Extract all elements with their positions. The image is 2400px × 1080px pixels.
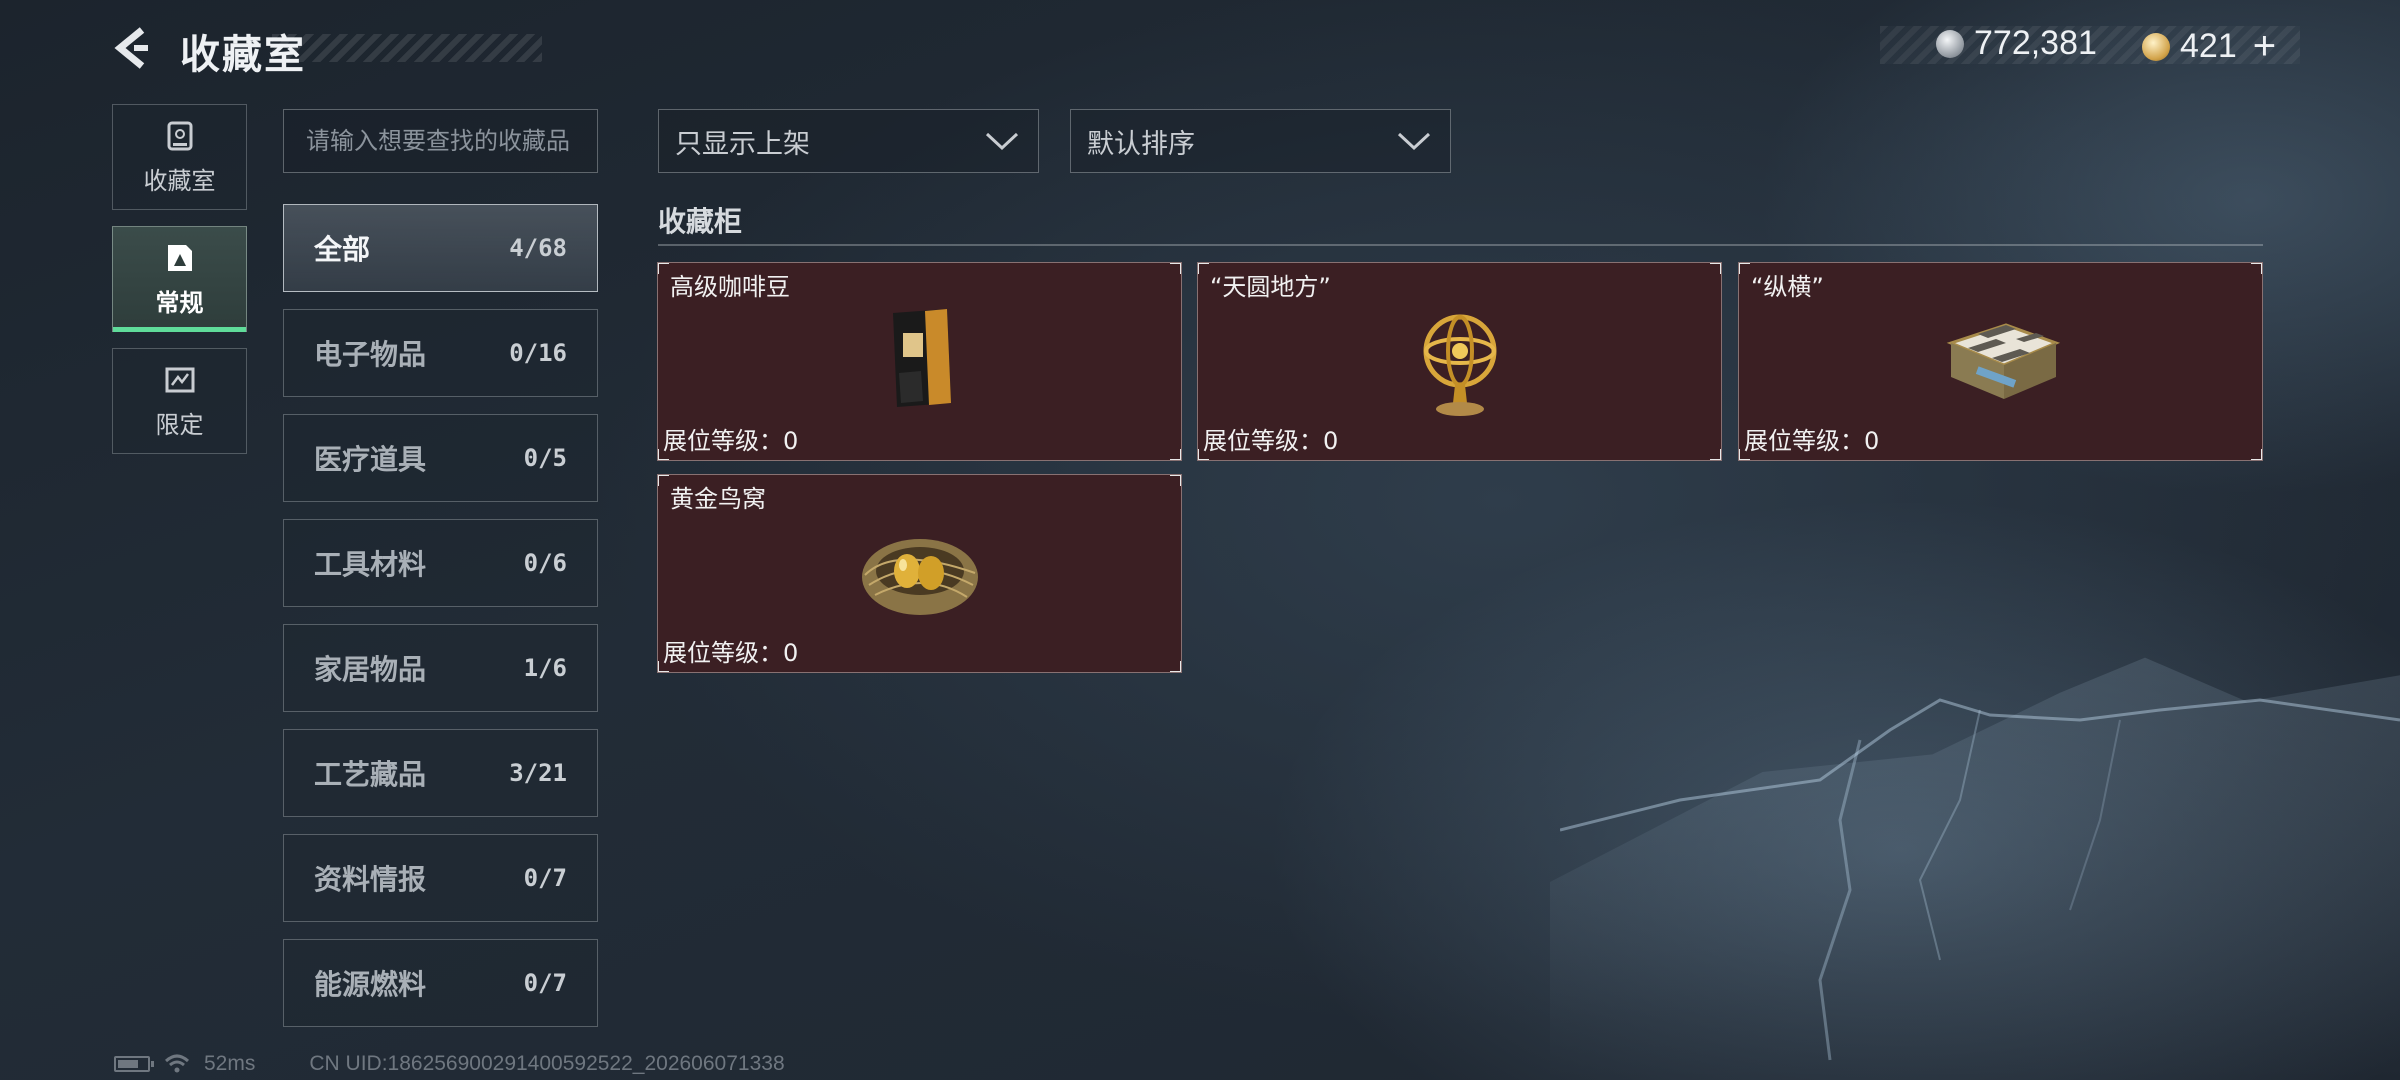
item-display-level: 展位等级：0 (663, 639, 799, 667)
category-name: 工艺藏品 (314, 758, 427, 791)
category-all[interactable]: 全部 4/68 (283, 204, 598, 292)
sort-dropdown[interactable]: 默认排序 (1070, 109, 1451, 173)
background-ridge-lines (1560, 698, 2400, 1061)
ping-value: 52ms (204, 1052, 256, 1075)
section-title: 收藏柜 (658, 205, 743, 238)
gold-currency: 421 + (2142, 24, 2276, 69)
nav-tab-label: 常规 (155, 288, 204, 317)
category-intel[interactable]: 资料情报 0/7 (283, 834, 598, 922)
silver-currency: 772,381 (1936, 24, 2097, 63)
category-count: 3/21 (509, 759, 567, 787)
category-count: 0/7 (523, 969, 567, 997)
category-count: 1/6 (523, 654, 567, 682)
coffee-bag-icon (892, 309, 951, 407)
category-count: 0/7 (523, 864, 567, 892)
nav-tab-label: 限定 (155, 410, 204, 439)
section-divider (658, 244, 2263, 246)
page-title: 收藏室 (180, 32, 306, 78)
category-count: 0/6 (523, 549, 567, 577)
gold-currency-value: 421 (2180, 27, 2237, 65)
trophy-case-icon (167, 121, 192, 150)
item-name: “天圆地方” (1210, 273, 1331, 301)
category-name: 家居物品 (314, 653, 427, 686)
gold-coin-icon (2142, 32, 2170, 61)
limited-collection-icon (165, 367, 194, 392)
dropdown-value: 只显示上架 (675, 128, 810, 160)
title-decoration (272, 34, 542, 62)
back-arrow-icon[interactable] (112, 26, 156, 70)
category-name: 电子物品 (314, 338, 427, 371)
collection-item-card[interactable]: 黄金鸟窝 展位等级：0 (657, 474, 1182, 673)
item-display-level: 展位等级：0 (1203, 427, 1339, 455)
item-name: 黄金鸟窝 (670, 485, 766, 513)
chevron-down-icon (985, 132, 1019, 151)
battery-icon (114, 1056, 154, 1072)
nav-tab-label: 收藏室 (143, 166, 216, 195)
golden-nest-icon (861, 539, 978, 615)
category-count: 0/16 (509, 339, 567, 367)
regular-collection-icon (167, 244, 192, 271)
category-fuel[interactable]: 能源燃料 0/7 (283, 939, 598, 1027)
category-electronics[interactable]: 电子物品 0/16 (283, 309, 598, 397)
collection-item-card[interactable]: “天圆地方” 展位等级：0 (1197, 262, 1722, 461)
item-name: “纵横” (1751, 273, 1824, 301)
display-filter-dropdown[interactable]: 只显示上架 (658, 109, 1039, 173)
collection-item-card[interactable]: 高级咖啡豆 展位等级：0 (657, 262, 1182, 461)
category-name: 工具材料 (314, 548, 427, 581)
category-count: 0/5 (523, 444, 567, 472)
category-name: 医疗道具 (314, 443, 427, 476)
category-crafts[interactable]: 工艺藏品 3/21 (283, 729, 598, 817)
item-name: 高级咖啡豆 (670, 273, 790, 301)
user-uid: CN UID:1862569002914005925​22_2026060713… (309, 1052, 785, 1075)
nav-tab-limited[interactable]: 限定 (112, 348, 247, 454)
nav-tab-regular[interactable]: 常规 (112, 226, 247, 332)
category-count: 4/68 (509, 234, 567, 262)
chessboard-box-icon (1946, 323, 2060, 399)
nav-tab-collection-room[interactable]: 收藏室 (112, 104, 247, 210)
armillary-sphere-icon (1423, 314, 1496, 416)
item-display-level: 展位等级：0 (663, 427, 799, 455)
item-display-level: 展位等级：0 (1744, 427, 1880, 455)
collection-item-card[interactable]: “纵横” 展位等级：0 (1738, 262, 2263, 461)
category-medical[interactable]: 医疗道具 0/5 (283, 414, 598, 502)
category-name: 全部 (314, 233, 371, 266)
chevron-down-icon (1397, 132, 1431, 151)
search-input[interactable] (283, 109, 598, 173)
silver-coin-icon (1936, 29, 1964, 58)
wifi-icon (164, 1054, 190, 1073)
category-tools[interactable]: 工具材料 0/6 (283, 519, 598, 607)
category-name: 资料情报 (314, 863, 427, 896)
category-household[interactable]: 家居物品 1/6 (283, 624, 598, 712)
dropdown-value: 默认排序 (1087, 128, 1195, 160)
add-currency-button[interactable]: + (2253, 24, 2276, 69)
silver-currency-value: 772,381 (1974, 24, 2097, 62)
category-name: 能源燃料 (314, 968, 427, 1001)
status-footer: 52ms CN UID:1862569002914005925​22_20260… (114, 1052, 785, 1076)
